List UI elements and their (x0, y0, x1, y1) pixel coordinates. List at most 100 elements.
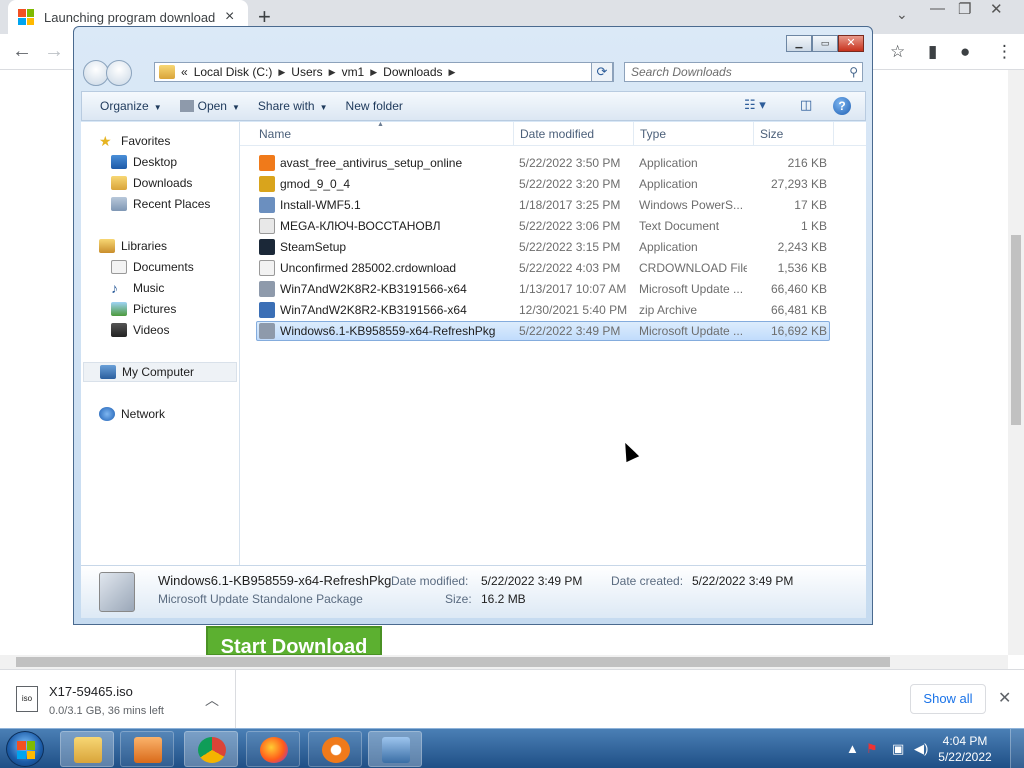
share-with-menu[interactable]: Share with ▼ (258, 99, 328, 113)
help-icon[interactable]: ? (833, 97, 851, 115)
bookmark-star-icon[interactable]: ☆ (890, 42, 905, 62)
start-download-button[interactable]: Start Download (206, 626, 382, 656)
chevron-down-icon: ▼ (319, 103, 328, 112)
close-button[interactable]: ✕ (838, 35, 864, 52)
details-date-created: 5/22/2022 3:49 PM (692, 574, 794, 588)
breadcrumb-overflow[interactable]: « (181, 65, 188, 79)
breadcrumb-users[interactable]: Users (291, 65, 322, 79)
nav-label: Documents (133, 260, 194, 274)
tray-expand-icon[interactable]: ▲ (846, 741, 859, 756)
column-name[interactable]: Name (259, 127, 291, 141)
file-row[interactable]: Win7AndW2K8R2-KB3191566-x64 1/13/2017 10:… (256, 279, 830, 299)
minimize-button[interactable]: — (930, 0, 945, 17)
search-input[interactable]: Search Downloads ⚲ (624, 62, 863, 82)
preview-pane-icon[interactable]: ◫ (800, 97, 812, 113)
column-date-modified[interactable]: Date modified (520, 127, 594, 141)
show-desktop-button[interactable] (1010, 729, 1024, 768)
file-row[interactable]: SteamSetup 5/22/2022 3:15 PM Application 2,… (256, 237, 830, 257)
taskbar-explorer[interactable] (60, 731, 114, 767)
breadcrumb-separator-icon[interactable]: ▶ (449, 67, 456, 78)
vertical-scrollbar[interactable] (1008, 70, 1024, 655)
tab-search-chevron-icon[interactable]: ⌄ (896, 6, 908, 23)
taskbar-window[interactable] (368, 731, 422, 767)
file-name: gmod_9_0_4 (280, 177, 351, 191)
gmod-icon (259, 176, 275, 192)
file-row[interactable]: gmod_9_0_4 5/22/2022 3:20 PM Application 27… (256, 174, 830, 194)
taskbar-avast[interactable] (308, 731, 362, 767)
organize-menu[interactable]: Organize ▼ (100, 99, 162, 113)
nav-network[interactable]: Network (99, 404, 257, 424)
file-row[interactable]: Install-WMF5.1 1/18/2017 3:25 PM Windows P… (256, 195, 830, 215)
start-button[interactable] (6, 731, 44, 767)
nav-favorites[interactable]: ★ Favorites (99, 131, 257, 151)
action-center-icon[interactable]: ⚑ (866, 741, 878, 757)
back-arrow-icon[interactable]: ← (12, 40, 32, 63)
taskbar-chrome[interactable] (184, 731, 238, 767)
horizontal-scrollbar[interactable] (0, 655, 1008, 669)
file-row[interactable]: avast_free_antivirus_setup_online 5/22/20… (256, 153, 830, 173)
maximize-button[interactable]: ▭ (812, 35, 838, 52)
nav-libraries[interactable]: Libraries (99, 236, 257, 256)
taskbar-media-player[interactable] (120, 731, 174, 767)
column-divider[interactable] (513, 122, 514, 146)
details-date-modified: 5/22/2022 3:49 PM (481, 574, 583, 588)
sort-ascending-icon: ▲ (377, 121, 384, 128)
profile-avatar-icon[interactable]: ● (960, 42, 970, 62)
horizontal-scroll-thumb[interactable] (16, 657, 890, 667)
search-icon[interactable]: ⚲ (849, 63, 858, 81)
breadcrumb-vm1[interactable]: vm1 (342, 65, 365, 79)
breadcrumb-local-disk[interactable]: Local Disk (C:) (194, 65, 273, 79)
navigation-buttons (83, 60, 132, 86)
column-size[interactable]: Size (760, 127, 783, 141)
minimize-button[interactable]: ▁ (786, 35, 812, 52)
nav-label: Pictures (133, 302, 177, 316)
column-divider[interactable] (633, 122, 634, 146)
address-bar[interactable]: « Local Disk (C:) ▶ Users ▶ vm1 ▶ Downlo… (154, 62, 614, 82)
nav-my-computer[interactable]: My Computer (83, 362, 237, 382)
download-shelf: iso X17-59465.iso 0.0/3.1 GB, 36 mins le… (0, 669, 1024, 728)
column-type[interactable]: Type (640, 127, 666, 141)
volume-icon[interactable]: ◀) (914, 741, 928, 757)
breadcrumb-separator-icon[interactable]: ▶ (329, 67, 336, 78)
forward-arrow-icon[interactable]: → (44, 40, 64, 63)
network-icon[interactable]: ▣ (892, 741, 904, 757)
file-type: Text Document (639, 219, 720, 233)
vertical-scroll-thumb[interactable] (1011, 235, 1021, 425)
tab-close-icon[interactable]: × (225, 8, 234, 26)
refresh-icon[interactable]: ⟳ (591, 62, 613, 82)
restore-button[interactable]: ❐ (958, 0, 971, 18)
taskbar-firefox[interactable] (246, 731, 300, 767)
open-menu[interactable]: Open ▼ (179, 99, 240, 113)
file-name: MEGA-КЛЮЧ-ВОССТАНОВЛ (280, 219, 441, 233)
file-row[interactable]: Win7AndW2K8R2-KB3191566-x64 12/30/2021 5:… (256, 300, 830, 320)
show-all-button[interactable]: Show all (910, 684, 986, 714)
documents-icon (111, 260, 127, 274)
details-size: 16.2 MB (481, 592, 526, 606)
taskbar: ▲ ⚑ ▣ ◀) 4:04 PM 5/22/2022 (0, 728, 1024, 768)
avast-icon (322, 737, 350, 763)
close-shelf-icon[interactable]: ✕ (998, 688, 1011, 708)
download-item[interactable]: iso X17-59465.iso 0.0/3.1 GB, 36 mins le… (0, 670, 236, 728)
breadcrumb-downloads[interactable]: Downloads (383, 65, 442, 79)
file-row[interactable]: Windows6.1-KB958559-x64-RefreshPkg 5/22/2… (256, 321, 830, 341)
column-divider[interactable] (833, 122, 834, 146)
view-options-icon[interactable]: ☷ ▾ (744, 97, 766, 113)
window-controls: ▁ ▭ ✕ (786, 35, 864, 52)
breadcrumb-separator-icon[interactable]: ▶ (278, 67, 285, 78)
forward-button[interactable] (106, 60, 132, 86)
chevron-up-icon[interactable]: ︿ (205, 690, 219, 710)
file-size: 16,692 KB (770, 324, 827, 338)
file-date-modified: 1/18/2017 3:25 PM (519, 198, 621, 212)
chrome-menu-icon[interactable]: ⋮ (996, 42, 1013, 62)
system-clock[interactable]: 4:04 PM 5/22/2022 (930, 733, 1000, 765)
close-button[interactable]: ✕ (990, 0, 1003, 18)
breadcrumb-separator-icon[interactable]: ▶ (370, 67, 377, 78)
new-folder-button[interactable]: New folder (346, 99, 403, 113)
file-name: Install-WMF5.1 (280, 198, 361, 212)
file-list: ▲ Name Date modified Type Size avast_fre… (240, 121, 866, 565)
chevron-down-icon: ▼ (231, 103, 240, 112)
file-row[interactable]: MEGA-КЛЮЧ-ВОССТАНОВЛ 5/22/2022 3:06 PM Tex… (256, 216, 830, 236)
side-panel-icon[interactable]: ▮ (928, 42, 937, 62)
file-row[interactable]: Unconfirmed 285002.crdownload 5/22/2022 4… (256, 258, 830, 278)
column-divider[interactable] (753, 122, 754, 146)
